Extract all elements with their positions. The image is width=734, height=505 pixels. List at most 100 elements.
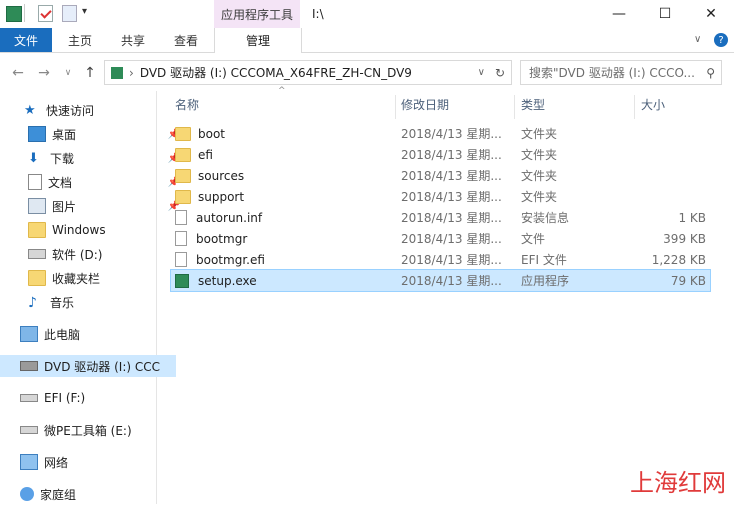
file-name: efi — [198, 147, 213, 162]
sidebar-item-efi-drive[interactable]: EFI (F:) — [0, 387, 176, 409]
settings-file-icon — [175, 210, 187, 225]
file-type: 文件夹 — [521, 127, 558, 141]
file-row-efi[interactable]: efi 2018/4/13 星期... 文件夹 — [171, 144, 710, 165]
sidebar-item-pe-drive[interactable]: 微PE工具箱 (E:) — [0, 419, 176, 441]
close-button[interactable]: ✕ — [688, 0, 734, 28]
sidebar-item-this-pc[interactable]: 此电脑 — [0, 323, 176, 345]
new-folder-icon[interactable] — [62, 5, 77, 22]
sidebar-item-downloads[interactable]: ⬇ 下载 📌 — [0, 147, 184, 169]
folder-icon — [175, 189, 191, 204]
file-row-sources[interactable]: sources 2018/4/13 星期... 文件夹 — [171, 165, 710, 186]
search-placeholder: 搜索"DVD 驱动器 (I:) CCCO... — [529, 66, 695, 80]
help-icon[interactable]: ? — [714, 33, 728, 47]
column-header-name[interactable]: 名称 — [175, 95, 199, 113]
sidebar-item-label: 软件 (D:) — [52, 247, 103, 262]
tab-home[interactable]: 主页 — [68, 28, 92, 52]
file-type: 文件夹 — [521, 190, 558, 204]
watermark: 上海红网 — [630, 469, 726, 497]
sidebar-item-desktop[interactable]: 桌面 📌 — [0, 123, 184, 145]
column-header-size[interactable]: 大小 — [641, 95, 665, 113]
pictures-icon — [28, 198, 46, 214]
sort-ascending-icon: ^ — [278, 86, 286, 96]
file-name: bootmgr — [196, 231, 248, 246]
sidebar-item-favorites-bar[interactable]: 收藏夹栏 — [0, 267, 184, 289]
app-icon — [6, 6, 22, 22]
sidebar-item-homegroup[interactable]: 家庭组 — [0, 483, 176, 505]
drive-icon — [20, 426, 38, 434]
properties-icon[interactable] — [38, 5, 53, 22]
sidebar-item-label: 下载 — [50, 151, 75, 166]
address-bar[interactable]: › DVD 驱动器 (I:) CCCOMA_X64FRE_ZH-CN_DV9 ∨… — [104, 60, 512, 85]
recent-locations-icon[interactable]: ∨ — [58, 63, 78, 83]
qat-divider — [24, 4, 25, 22]
file-date: 2018/4/13 星期... — [401, 169, 502, 183]
sidebar-item-label: 收藏夹栏 — [52, 271, 101, 286]
sidebar-item-pictures[interactable]: 图片 📌 — [0, 195, 184, 217]
sidebar-item-label: 快速访问 — [46, 103, 95, 118]
sidebar-item-windows[interactable]: Windows — [0, 219, 184, 241]
column-divider[interactable] — [634, 95, 635, 119]
file-type: 文件夹 — [521, 169, 558, 183]
column-divider[interactable] — [514, 95, 515, 119]
desktop-icon — [28, 126, 46, 142]
file-row-autorun[interactable]: autorun.inf 2018/4/13 星期... 安装信息 1 KB — [171, 207, 710, 228]
file-row-support[interactable]: support 2018/4/13 星期... 文件夹 — [171, 186, 710, 207]
tab-share[interactable]: 共享 — [121, 28, 145, 52]
sidebar-item-label: Windows — [52, 223, 106, 237]
search-input[interactable]: 搜索"DVD 驱动器 (I:) CCCO... ⚲ — [520, 60, 722, 85]
folder-icon — [175, 126, 191, 141]
file-type: 安装信息 — [521, 211, 570, 225]
qat-dropdown-icon[interactable]: ▾ — [82, 6, 87, 17]
file-name: support — [198, 189, 245, 204]
sidebar-item-label: 家庭组 — [40, 487, 77, 502]
file-row-boot[interactable]: boot 2018/4/13 星期... 文件夹 — [171, 123, 710, 144]
file-row-bootmgr-efi[interactable]: bootmgr.efi 2018/4/13 星期... EFI 文件 1,228… — [171, 249, 710, 270]
computer-icon — [20, 326, 38, 342]
file-name: bootmgr.efi — [196, 252, 265, 267]
ribbon-tab-bar — [0, 28, 734, 53]
file-type: 文件 — [521, 232, 546, 246]
sidebar-item-quick-access[interactable]: ★ 快速访问 — [0, 99, 180, 121]
file-name: autorun.inf — [196, 210, 263, 225]
breadcrumb-chevron-icon[interactable]: › — [129, 66, 134, 80]
file-size: 399 KB — [663, 231, 706, 246]
context-tab-group-label: 应用程序工具 — [214, 0, 300, 28]
forward-arrow-icon[interactable]: → — [34, 63, 54, 83]
column-divider[interactable] — [395, 95, 396, 119]
refresh-icon[interactable]: ↻ — [495, 66, 505, 80]
file-size: 1 KB — [678, 210, 706, 225]
address-dropdown-icon[interactable]: ∨ — [478, 67, 485, 78]
music-icon: ♪ — [28, 295, 37, 311]
search-icon[interactable]: ⚲ — [706, 66, 715, 80]
file-row-bootmgr[interactable]: bootmgr 2018/4/13 星期... 文件 399 KB — [171, 228, 710, 249]
folder-icon — [28, 270, 46, 286]
documents-icon — [28, 174, 42, 190]
setup-app-icon — [175, 273, 189, 288]
column-header-type[interactable]: 类型 — [521, 95, 545, 113]
file-date: 2018/4/13 星期... — [401, 148, 502, 162]
breadcrumb[interactable]: DVD 驱动器 (I:) CCCOMA_X64FRE_ZH-CN_DV9 — [140, 64, 412, 81]
up-arrow-icon[interactable]: ↑ — [80, 63, 100, 83]
sidebar-item-network[interactable]: 网络 — [0, 451, 176, 473]
sidebar-item-label: DVD 驱动器 (I:) CCC — [44, 359, 161, 374]
tab-view[interactable]: 查看 — [174, 28, 198, 52]
column-header-date[interactable]: 修改日期 — [401, 95, 449, 113]
expand-ribbon-icon[interactable]: ∨ — [694, 34, 701, 45]
tab-manage[interactable]: 管理 — [214, 28, 302, 53]
tab-file[interactable]: 文件 — [0, 28, 52, 52]
file-date: 2018/4/13 星期... — [401, 274, 502, 288]
file-date: 2018/4/13 星期... — [401, 211, 502, 225]
sidebar-item-documents[interactable]: 文档 📌 — [0, 171, 184, 193]
sidebar-item-drive-d[interactable]: 软件 (D:) — [0, 243, 184, 265]
navigation-pane: ★ 快速访问 桌面 📌 ⬇ 下载 📌 文档 📌 图片 📌 Windows 软件 … — [0, 91, 180, 504]
download-icon: ⬇ — [28, 151, 39, 166]
sidebar-item-label: 文档 — [48, 175, 73, 190]
sidebar-item-music[interactable]: ♪ 音乐 — [0, 291, 184, 313]
file-row-setup[interactable]: setup.exe 2018/4/13 星期... 应用程序 79 KB — [170, 269, 711, 292]
back-arrow-icon[interactable]: ← — [8, 63, 28, 83]
star-icon: ★ — [24, 103, 36, 118]
sidebar-item-dvd-drive[interactable]: DVD 驱动器 (I:) CCC — [0, 355, 176, 377]
minimize-button[interactable]: — — [596, 0, 642, 28]
maximize-button[interactable]: ☐ — [642, 0, 688, 28]
file-type: EFI 文件 — [521, 253, 567, 267]
